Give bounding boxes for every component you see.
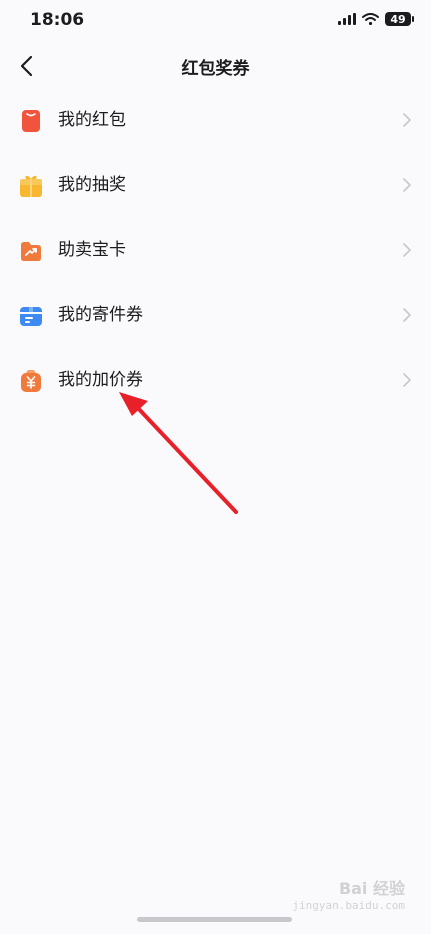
watermark: Bai 经验 jingyan.baidu.com (292, 875, 405, 912)
watermark-url: jingyan.baidu.com (292, 899, 405, 912)
watermark-brand: Bai 经验 (338, 879, 405, 898)
annotation-arrow-icon (119, 392, 238, 514)
home-indicator[interactable] (137, 917, 292, 922)
